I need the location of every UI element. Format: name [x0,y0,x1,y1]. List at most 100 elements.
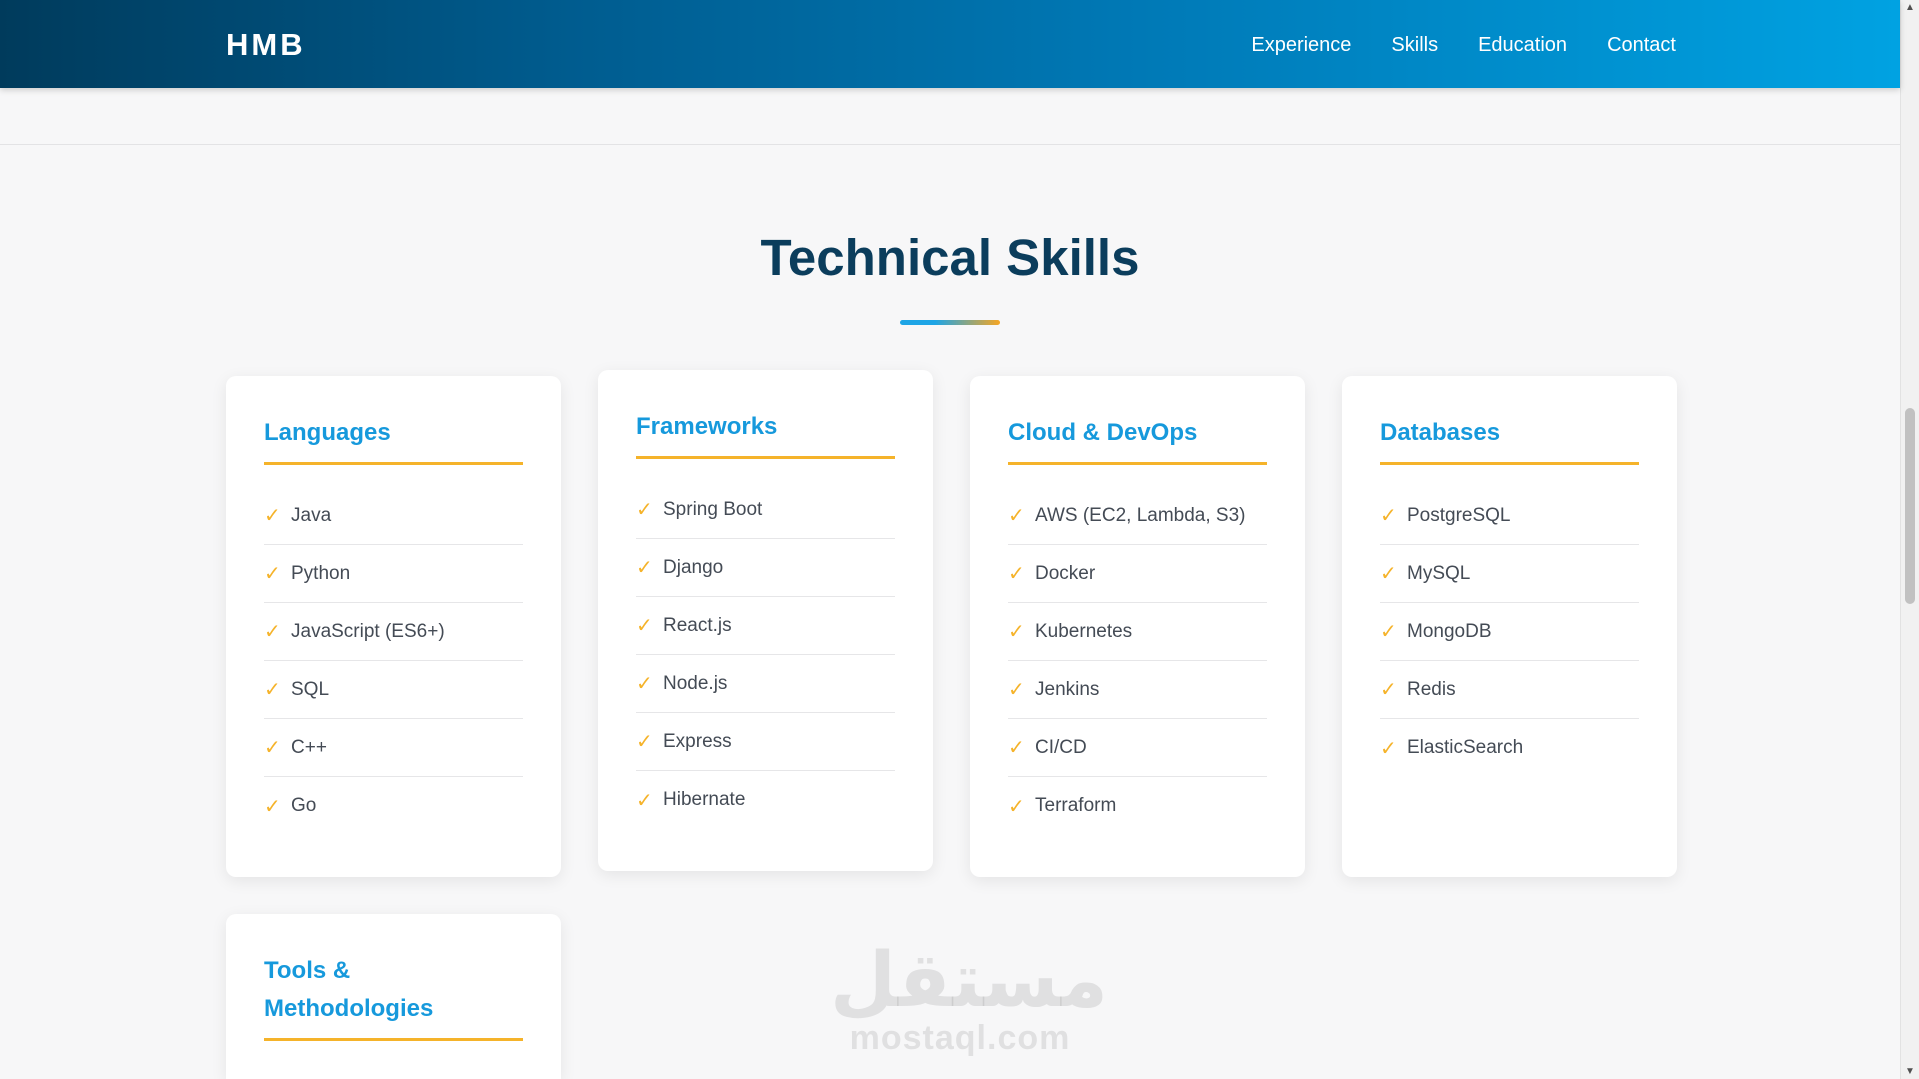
skill-label: Python [291,562,351,584]
skill-label: Java [291,504,332,526]
scrollbar-thumb[interactable] [1905,408,1915,604]
skill-item: ✓ AWS (EC2, Lambda, S3) [1008,487,1267,545]
skill-card-tools-methodologies: Tools & Methodologies [226,914,561,1079]
skill-list: ✓ AWS (EC2, Lambda, S3) ✓ Docker ✓ Kubernet… [1008,487,1267,835]
check-icon: ✓ [264,621,281,643]
skill-label: JavaScript (ES6+) [291,620,445,642]
nav-link-experience[interactable]: Experience [1251,31,1351,59]
skill-label: Hibernate [663,789,746,810]
check-icon: ✓ [264,563,281,585]
skill-item: ✓ Redis [1380,661,1639,719]
skill-label: Terraform [1035,795,1117,816]
nav-link-contact[interactable]: Contact [1607,31,1676,59]
scroll-up-arrow-icon[interactable]: ▲ [1901,2,1919,13]
skill-item: ✓ ElasticSearch [1380,719,1639,777]
skill-item: ✓ MySQL [1380,545,1639,603]
skill-card-cloud-devops: Cloud & DevOps ✓ AWS (EC2, Lambda, S3) ✓ D… [970,376,1305,877]
section-divider [0,144,1900,145]
check-icon: ✓ [636,499,653,521]
page-scrollbar[interactable]: ▲ ▼ [1900,0,1919,1079]
brand-logo[interactable]: HMB [226,28,306,62]
check-icon: ✓ [264,795,281,818]
watermark: مستقل mostaql.com [830,935,1108,1057]
check-icon: ✓ [1380,621,1397,643]
skill-card-frameworks: Frameworks ✓ Spring Boot ✓ Django ✓ React.j… [598,370,933,871]
card-title: Cloud & DevOps [1008,414,1267,465]
check-icon: ✓ [1008,795,1025,818]
skill-label: Express [663,730,732,752]
nav-link-education[interactable]: Education [1478,31,1567,59]
check-icon: ✓ [636,731,653,753]
card-title: Databases [1380,414,1639,465]
top-navbar: HMB Experience Skills Education Contact [0,0,1900,88]
skill-item: ✓ Jenkins [1008,661,1267,719]
skill-card-databases: Databases ✓ PostgreSQL ✓ MySQL ✓ MongoDB ✓ R… [1342,376,1677,877]
check-icon: ✓ [264,737,281,759]
title-underline [900,320,1000,325]
skill-label: AWS (EC2, Lambda, S3) [1035,504,1246,526]
card-title: Frameworks [636,408,895,459]
skill-item: ✓ Java [264,487,523,545]
check-icon: ✓ [1008,563,1025,585]
skill-label: C++ [291,736,327,758]
check-icon: ✓ [1380,737,1397,760]
skill-item: ✓ Hibernate [636,771,895,829]
skill-item: ✓ Spring Boot [636,481,895,539]
skill-label: SQL [291,678,330,700]
section-title: Technical Skills [760,229,1140,286]
check-icon: ✓ [1008,679,1025,701]
scroll-down-arrow-icon[interactable]: ▼ [1901,1066,1919,1077]
card-title: Languages [264,414,523,465]
check-icon: ✓ [636,615,653,637]
check-icon: ✓ [636,673,653,695]
skill-label: Spring Boot [663,498,763,520]
nav-link-skills[interactable]: Skills [1391,31,1438,59]
skill-label: Django [663,556,724,578]
skill-label: MySQL [1407,562,1471,584]
skill-label: Jenkins [1035,678,1100,700]
skill-item: ✓ Node.js [636,655,895,713]
skill-item: ✓ Kubernetes [1008,603,1267,661]
card-title: Tools & Methodologies [264,952,523,1041]
skill-item: ✓ CI/CD [1008,719,1267,777]
skill-label: MongoDB [1407,620,1492,642]
check-icon: ✓ [1380,679,1397,701]
skill-item: ✓ Django [636,539,895,597]
check-icon: ✓ [264,679,281,701]
skill-item: ✓ C++ [264,719,523,777]
check-icon: ✓ [1380,505,1397,527]
watermark-arabic: مستقل [830,935,1108,1024]
skill-label: Docker [1035,562,1096,584]
skill-label: Kubernetes [1035,620,1133,642]
skill-list: ✓ Spring Boot ✓ Django ✓ React.js ✓ Node.js … [636,481,895,829]
skill-item: ✓ Go [264,777,523,835]
check-icon: ✓ [1008,737,1025,759]
skill-label: Node.js [663,672,728,694]
skill-list: ✓ Java ✓ Python ✓ JavaScript (ES6+) ✓ SQL ✓ C… [264,487,523,835]
skill-item: ✓ Terraform [1008,777,1267,835]
nav-links: Experience Skills Education Contact [1251,31,1676,59]
check-icon: ✓ [636,557,653,579]
skill-label: Redis [1407,678,1456,700]
skill-item: ✓ MongoDB [1380,603,1639,661]
skill-label: React.js [663,614,732,636]
check-icon: ✓ [1008,621,1025,643]
skill-label: CI/CD [1035,736,1087,758]
check-icon: ✓ [264,505,281,527]
skill-label: ElasticSearch [1407,737,1524,758]
check-icon: ✓ [1008,505,1025,527]
skill-item: ✓ Express [636,713,895,771]
skill-item: ✓ React.js [636,597,895,655]
skill-item: ✓ Python [264,545,523,603]
skill-label: PostgreSQL [1407,504,1511,526]
skill-item: ✓ JavaScript (ES6+) [264,603,523,661]
skill-item: ✓ SQL [264,661,523,719]
skill-item: ✓ PostgreSQL [1380,487,1639,545]
skill-item: ✓ Docker [1008,545,1267,603]
skill-card-languages: Languages ✓ Java ✓ Python ✓ JavaScript (ES6… [226,376,561,877]
check-icon: ✓ [636,789,653,812]
watermark-latin: mostaql.com [849,1019,1071,1057]
skill-list: ✓ PostgreSQL ✓ MySQL ✓ MongoDB ✓ Redis ✓ Elas… [1380,487,1639,777]
check-icon: ✓ [1380,563,1397,585]
skill-label: Go [291,795,317,816]
